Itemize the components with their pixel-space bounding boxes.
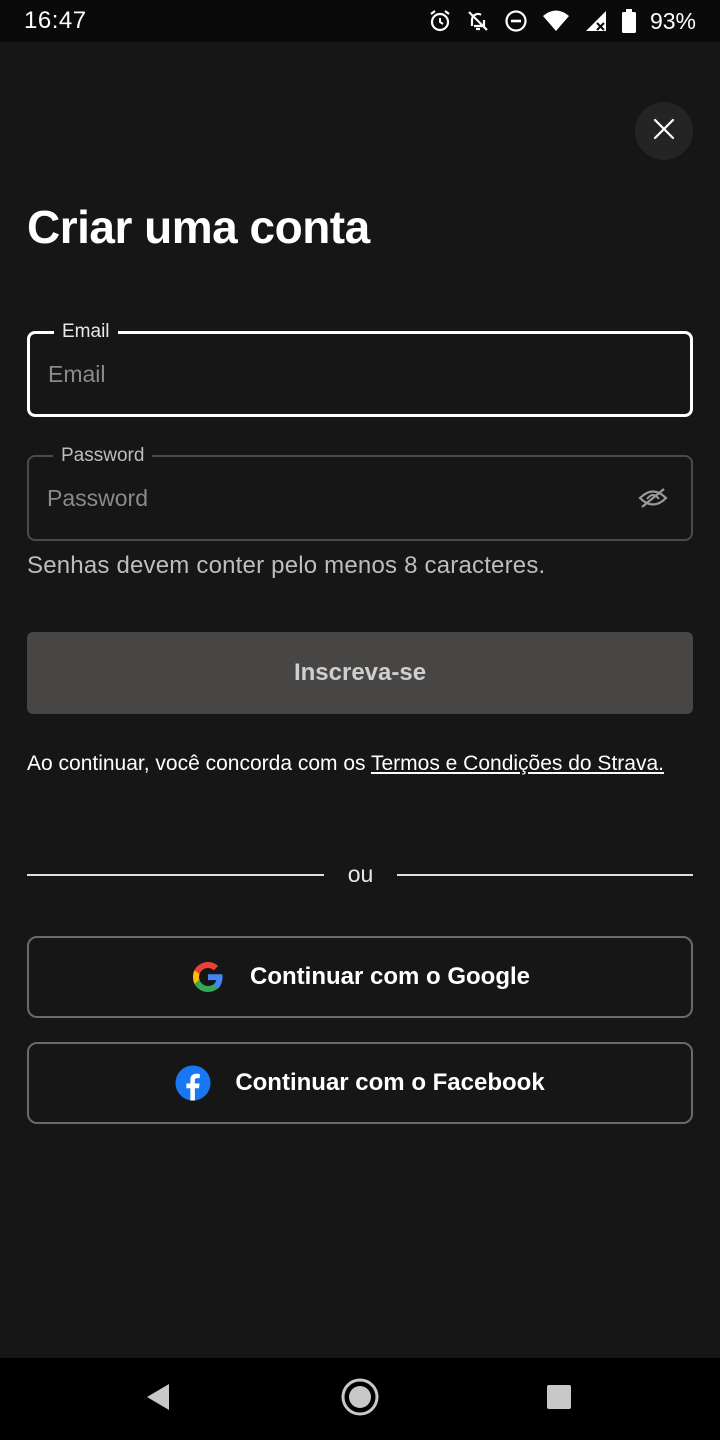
signup-button[interactable]: Inscreva-se [27, 632, 693, 714]
facebook-button-label: Continuar com o Facebook [235, 1069, 545, 1096]
battery-icon [621, 9, 636, 33]
password-input[interactable] [47, 457, 607, 539]
facebook-icon [175, 1065, 211, 1101]
google-button-label: Continuar com o Google [250, 963, 530, 990]
divider-text: ou [347, 861, 374, 887]
recents-button[interactable] [519, 1358, 599, 1440]
do-not-disturb-icon [504, 9, 528, 33]
status-bar: 16:47 93% [0, 0, 720, 42]
home-button[interactable] [320, 1358, 400, 1440]
email-input[interactable] [48, 334, 608, 414]
google-icon [190, 959, 226, 995]
eye-off-icon[interactable] [637, 484, 669, 512]
continue-with-facebook-button[interactable]: Continuar com o Facebook [27, 1042, 693, 1124]
status-time: 16:47 [24, 7, 87, 34]
battery-level: 93% [649, 7, 696, 34]
signup-screen: 16:47 93% Criar uma conta Email Email Pa… [0, 0, 720, 1440]
home-icon [340, 1377, 380, 1422]
status-icons: 93% [428, 8, 696, 35]
password-field[interactable]: Password [27, 444, 693, 541]
email-field[interactable]: Email [27, 320, 693, 417]
recents-icon [545, 1383, 573, 1416]
terms-text: Ao continuar, você concorda com os Termo… [27, 748, 687, 780]
signal-icon [584, 9, 608, 33]
alarm-icon [428, 9, 452, 33]
back-button[interactable] [118, 1358, 198, 1440]
divider-line-right [397, 874, 693, 876]
password-helper-text: Senhas devem conter pelo menos 8 caracte… [27, 552, 546, 579]
continue-with-google-button[interactable]: Continuar com o Google [27, 936, 693, 1018]
divider-line-left [27, 874, 324, 876]
terms-prefix: Ao continuar, você concorda com os [27, 752, 371, 775]
wifi-icon [542, 9, 570, 33]
close-icon [652, 117, 676, 146]
page-title: Criar uma conta [27, 201, 370, 253]
notifications-off-icon [466, 9, 490, 33]
close-button[interactable] [635, 102, 693, 160]
back-icon [144, 1382, 172, 1417]
terms-link[interactable]: Termos e Condições do Strava. [371, 752, 664, 775]
navigation-bar [0, 1358, 720, 1440]
